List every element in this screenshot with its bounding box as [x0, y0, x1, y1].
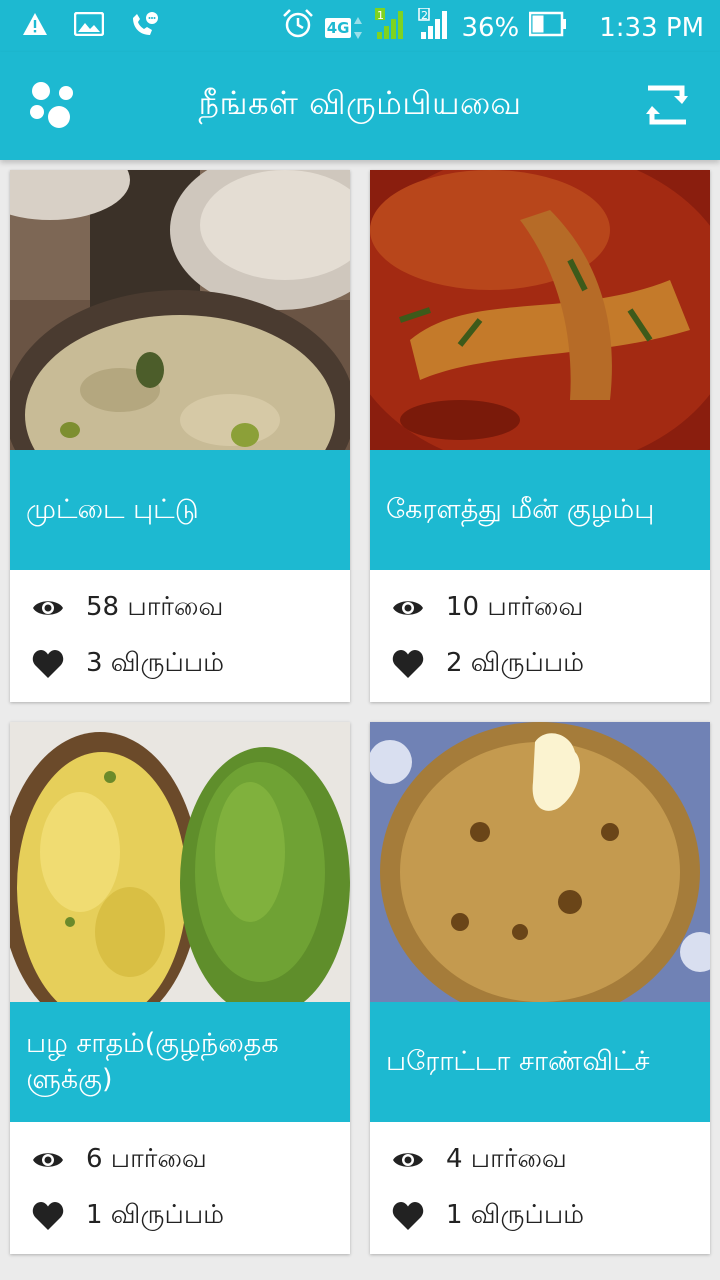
notification-icons — [22, 10, 160, 42]
refresh-icon — [646, 85, 688, 125]
views-stat: 58 பார்வை — [32, 588, 223, 628]
recipe-title: பரோட்டா சாண்விட்ச் — [370, 1002, 710, 1122]
recipe-card[interactable]: பரோட்டா சாண்விட்ச் 4 பார்வை 1 விருப்பம் — [370, 722, 710, 1254]
likes-count: 3 விருப்பம் — [86, 647, 225, 678]
likes-count: 1 விருப்பம் — [86, 1199, 225, 1230]
likes-stat: 1 விருப்பம் — [392, 1196, 584, 1236]
refresh-button[interactable] — [644, 82, 690, 128]
recipe-title: பழ சாதம்(குழந்தைக ளுக்கு) — [10, 1002, 350, 1122]
battery-percent: 36% — [461, 12, 520, 43]
likes-count: 1 விருப்பம் — [446, 1199, 585, 1230]
heart-icon — [392, 650, 424, 678]
likes-stat: 1 விருப்பம் — [32, 1196, 224, 1236]
recipe-title: முட்டை புட்டு — [10, 450, 350, 570]
heart-icon — [392, 1202, 424, 1230]
recipe-image — [10, 170, 350, 450]
likes-stat: 3 விருப்பம் — [32, 644, 224, 684]
heart-icon — [32, 1202, 64, 1230]
likes-count: 2 விருப்பம் — [446, 647, 585, 678]
svg-text:2: 2 — [421, 9, 428, 22]
network-type-badge: 4G — [324, 15, 364, 41]
alarm-icon — [281, 8, 315, 47]
views-count: 10 பார்வை — [446, 591, 584, 622]
image-icon — [73, 11, 105, 40]
sim2-signal-icon: 2 — [417, 7, 451, 47]
views-stat: 10 பார்வை — [392, 588, 583, 628]
svg-text:1: 1 — [377, 9, 384, 22]
recipe-image — [370, 722, 710, 1002]
sim1-signal-icon: 1 — [373, 8, 407, 47]
network-type-label: 4G — [324, 17, 352, 38]
battery-icon — [528, 11, 569, 44]
app-bar: நீங்கள் விரும்பியவை — [0, 52, 720, 160]
recipe-title: கேரளத்து மீன் குழம்பு — [370, 450, 710, 570]
views-count: 6 பார்வை — [86, 1143, 207, 1174]
eye-icon — [393, 601, 423, 615]
warning-icon — [22, 12, 48, 40]
status-bar: 4G 1 2 36% 1:33 PM — [0, 0, 720, 52]
system-icons: 4G 1 2 36% 1:33 PM — [281, 7, 704, 47]
eye-icon — [393, 1153, 423, 1167]
recipe-card[interactable]: பழ சாதம்(குழந்தைக ளுக்கு) 6 பார்வை 1 விர… — [10, 722, 350, 1254]
recipe-image — [10, 722, 350, 1002]
page-title: நீங்கள் விரும்பியவை — [198, 84, 522, 122]
likes-stat: 2 விருப்பம் — [392, 644, 584, 684]
views-stat: 6 பார்வை — [32, 1140, 207, 1180]
views-count: 58 பார்வை — [86, 591, 224, 622]
recipe-card[interactable]: முட்டை புட்டு 58 பார்வை 3 விருப்பம் — [10, 170, 350, 702]
missed-call-icon — [130, 10, 160, 42]
recipe-image — [370, 170, 710, 450]
views-count: 4 பார்வை — [446, 1143, 567, 1174]
heart-icon — [32, 650, 64, 678]
clock: 1:33 PM — [599, 12, 704, 43]
eye-icon — [33, 601, 63, 615]
eye-icon — [33, 1153, 63, 1167]
recipe-card[interactable]: கேரளத்து மீன் குழம்பு 10 பார்வை 2 விருப்… — [370, 170, 710, 702]
views-stat: 4 பார்வை — [392, 1140, 567, 1180]
